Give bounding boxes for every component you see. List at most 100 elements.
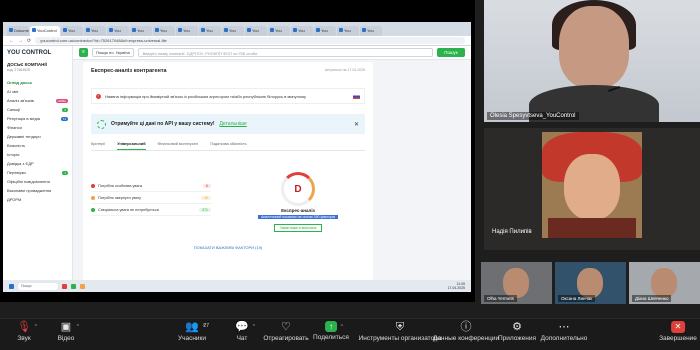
- analysis-tab[interactable]: Універсальний: [117, 142, 146, 150]
- browser-tab[interactable]: You: [314, 26, 336, 36]
- risk-row[interactable]: Потрібна особлива увага 6: [91, 180, 211, 192]
- top-search-bar: ≡ Пошук по Україна Введіть назву компані…: [73, 46, 471, 60]
- browser-tab[interactable]: You: [268, 26, 290, 36]
- url-field[interactable]: youcontrol.com.ua/contractor/?id=7526170…: [35, 37, 465, 44]
- speaker-video-tile[interactable]: Olesia Spesyvtseva_YouControl: [484, 0, 700, 122]
- toolbar-info-button[interactable]: ⓘ Данные конференции: [433, 321, 499, 342]
- search-input[interactable]: Введіть назву компанії, ЄДРПОУ, РНОКПП Ф…: [137, 48, 433, 57]
- windows-start-icon[interactable]: [9, 283, 14, 289]
- sidebar-item[interactable]: Санкції 0: [7, 105, 68, 114]
- sidebar-item[interactable]: Перевірки 1: [7, 168, 68, 177]
- taskbar-search[interactable]: Пошук: [18, 282, 58, 290]
- browser-tab-label: You: [252, 28, 259, 33]
- browser-tab-label: You: [298, 28, 305, 33]
- tab-favicon-icon: [362, 28, 366, 32]
- sidebar-item[interactable]: Виконавчі провадження: [7, 186, 68, 195]
- zoom-meeting-window: Dokumentacja YouControl You You You You You You…: [0, 0, 700, 350]
- browser-tab-label: You: [229, 28, 236, 33]
- sidebar-item[interactable]: Офіційні повідомлення: [7, 177, 68, 186]
- main-content: ≡ Пошук по Україна Введіть назву компані…: [73, 46, 471, 292]
- sanction-notice: ! Наявна інформація про ймовірний зв'язо…: [91, 88, 365, 104]
- browser-tab[interactable]: You: [337, 26, 359, 36]
- tab-favicon-icon: [63, 28, 67, 32]
- chevron-up-icon[interactable]: ^: [341, 321, 343, 333]
- chevron-up-icon[interactable]: ^: [253, 321, 255, 333]
- close-icon[interactable]: ✕: [354, 121, 359, 128]
- browser-tab[interactable]: You: [360, 26, 382, 36]
- risk-row[interactable]: Спеціальна увага не потребується 371: [91, 204, 211, 216]
- sidebar-item[interactable]: Репутація в медіа 74: [7, 114, 68, 123]
- toolbar-participants-button[interactable]: 👥 27 ^ Учасники: [178, 321, 209, 342]
- analysis-tab[interactable]: Критерії: [91, 142, 105, 150]
- grade-label: Експрес-аналіз: [281, 208, 315, 213]
- analysis-tab[interactable]: Податкова обачність: [210, 142, 246, 150]
- tab-favicon-icon: [178, 28, 182, 32]
- chevron-up-icon[interactable]: ^: [77, 321, 79, 333]
- search-button[interactable]: Пошук: [437, 48, 465, 57]
- folder-icon[interactable]: [80, 283, 85, 289]
- download-conclusion-button[interactable]: Завантажити висновок: [274, 224, 322, 232]
- warning-icon: !: [96, 93, 101, 99]
- sidebar-item[interactable]: Фінанси: [7, 123, 68, 132]
- risk-count: 371: [199, 207, 211, 212]
- sidebar-item-count: 0: [62, 107, 68, 112]
- youcontrol-logo[interactable]: YOU CONTROL: [7, 50, 68, 56]
- analysis-tab[interactable]: Фінансовий моніторинг: [158, 142, 199, 150]
- toolbar-share-screen-button[interactable]: ↑ ^ Поделиться: [313, 321, 349, 341]
- toolbar-chat-button[interactable]: 💬 ^ Чат: [235, 321, 255, 342]
- toolbar-heart-button[interactable]: ♡ Отреагировать: [263, 321, 308, 342]
- sidebar-item[interactable]: ДРОРМ: [7, 195, 68, 204]
- sidebar-item[interactable]: AI звіт: [7, 87, 68, 96]
- api-more-link[interactable]: Детальніше: [220, 121, 247, 127]
- browser-tab[interactable]: You: [199, 26, 221, 36]
- sidebar-item[interactable]: Власність: [7, 141, 68, 150]
- browser-tab[interactable]: You: [245, 26, 267, 36]
- show-important-factors-link[interactable]: ПОКАЗАТИ ВАЖЛИВІ ФАКТОРИ (19): [83, 245, 373, 250]
- browser-tab[interactable]: You: [222, 26, 244, 36]
- participant-video-tile[interactable]: Надія Пилипів: [484, 128, 700, 250]
- tab-favicon-icon: [270, 28, 274, 32]
- toolbar-more-button[interactable]: ⋯ Дополнительно: [541, 321, 588, 342]
- browser-tab-label: You: [160, 28, 167, 33]
- back-icon[interactable]: ←: [9, 38, 14, 44]
- search-scope-select[interactable]: Пошук по Україна: [92, 48, 134, 57]
- browser-tab[interactable]: You: [130, 26, 152, 36]
- browser-tab[interactable]: You: [61, 26, 83, 36]
- excel-icon[interactable]: [71, 283, 76, 289]
- toolbar-label: Отреагировать: [263, 335, 309, 342]
- grade-ring: D: [281, 172, 315, 206]
- browser-tab[interactable]: Dokumentacja: [7, 26, 29, 36]
- toolbar-shield-button[interactable]: ⛨ Инструменты организатора: [359, 321, 442, 342]
- sidebar-item[interactable]: Огляд досьє: [7, 78, 68, 87]
- toolbar-video-button[interactable]: ▣ ^ Відео: [58, 321, 79, 342]
- menu-icon[interactable]: ≡: [79, 48, 88, 57]
- forward-icon[interactable]: →: [18, 38, 23, 44]
- toolbar-end-call-button[interactable]: ✕ Завершение: [659, 321, 697, 342]
- browser-tab[interactable]: You: [84, 26, 106, 36]
- chevron-up-icon[interactable]: ^: [35, 321, 37, 333]
- sidebar-item-label: Державні тендери: [7, 134, 41, 139]
- browser-tab[interactable]: You: [153, 26, 175, 36]
- sidebar-item[interactable]: Історія: [7, 150, 68, 159]
- toolbar-mic-muted-button[interactable]: 🎙 ^ Звук: [17, 321, 37, 342]
- info-icon: ⓘ: [460, 321, 472, 333]
- toolbar-label: Завершение: [659, 335, 697, 342]
- browser-tab[interactable]: YouControl: [30, 26, 60, 36]
- browser-tab[interactable]: You: [107, 26, 129, 36]
- participant-thumbnail[interactable]: Olha Yermets: [481, 262, 552, 304]
- chrome-icon[interactable]: [62, 283, 67, 289]
- participant-thumbnail[interactable]: Оксана Линчак: [555, 262, 626, 304]
- participant-thumbnail[interactable]: Діана Шевченко: [629, 262, 700, 304]
- reload-icon[interactable]: ⟳: [27, 38, 31, 44]
- chevron-up-icon[interactable]: ^: [203, 321, 205, 333]
- browser-tab[interactable]: You: [291, 26, 313, 36]
- risk-row[interactable]: Потрібно звернути увагу 13: [91, 192, 211, 204]
- browser-tab[interactable]: You: [176, 26, 198, 36]
- sidebar-item-label: Аналіз зв'язків: [7, 98, 34, 103]
- taskbar-clock: 11:09 17.04.2025: [447, 282, 465, 290]
- sidebar-item[interactable]: Державні тендери: [7, 132, 68, 141]
- sidebar-item[interactable]: Довідка з ЄДР: [7, 159, 68, 168]
- browser-tab-label: You: [137, 28, 144, 33]
- toolbar-apps-button[interactable]: ⚙ Приложения: [498, 321, 536, 342]
- sidebar-item[interactable]: Аналіз зв'язків НОВА: [7, 96, 68, 105]
